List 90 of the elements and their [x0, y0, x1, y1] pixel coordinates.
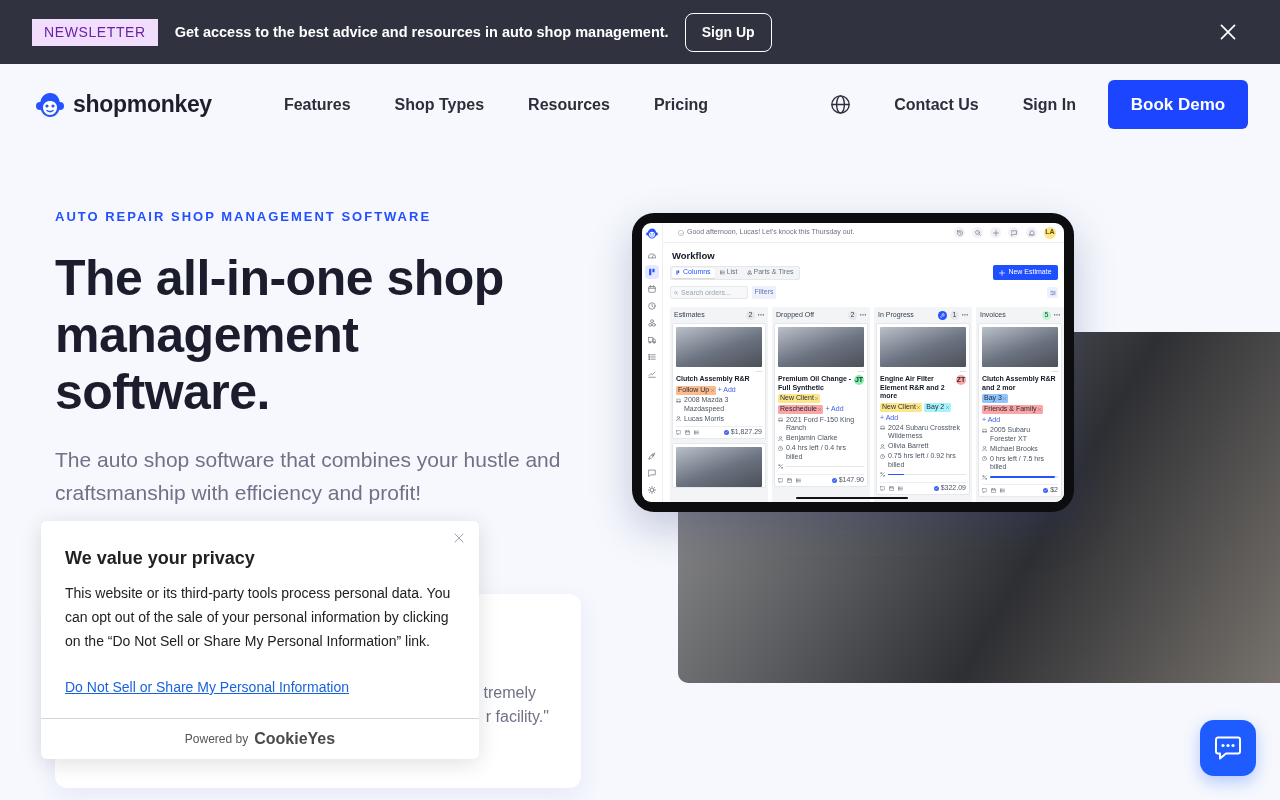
testimonial-text: tremely: [483, 683, 536, 703]
cookie-title: We value your privacy: [65, 547, 256, 570]
testimonial-text: r facility.": [485, 707, 549, 727]
message-icon: [778, 477, 783, 483]
sliders-icon: [1047, 287, 1058, 298]
more-icon: [858, 370, 864, 373]
check-circle-icon: [831, 477, 837, 483]
check-circle-icon: [1043, 488, 1049, 493]
calendar-icon: [889, 485, 894, 491]
person-icon: [778, 435, 783, 441]
powered-by-text: Powered by: [184, 732, 249, 746]
logo-icon[interactable]: [36, 91, 64, 118]
history-icon: [954, 227, 965, 238]
list-icon: [648, 353, 656, 361]
list-icon: [719, 270, 725, 275]
stopwatch-icon: [982, 456, 987, 461]
gauge-icon: [648, 251, 656, 259]
list-icon: [694, 430, 699, 435]
calendar-icon: [991, 488, 996, 493]
message-icon: [676, 430, 681, 435]
hero-subtitle: The auto shop software that combines your hustle and craftsmanship with efficiency and profit!: [55, 447, 562, 506]
globe-icon[interactable]: [831, 95, 851, 114]
calendar-icon: [685, 430, 690, 435]
list-icon: [796, 477, 801, 483]
chat-icon: [1215, 736, 1241, 760]
message-icon: [648, 469, 656, 477]
clock-icon: [648, 302, 656, 310]
smile-icon: [678, 229, 684, 236]
remove-icon: [815, 397, 819, 400]
message-icon: [880, 485, 885, 491]
chart-icon: [648, 370, 656, 378]
more-icon: [756, 370, 762, 373]
nav-link[interactable]: Shop Types: [394, 95, 485, 114]
nav-link[interactable]: Pricing: [653, 95, 709, 114]
check-circle-icon: [933, 485, 939, 491]
announcement-text: Get access to the best advice and resources in auto shop management.: [174, 24, 669, 40]
hero-eyebrow: AUTO REPAIR SHOP MANAGEMENT SOFTWARE: [55, 209, 433, 225]
stopwatch-icon: [880, 453, 885, 459]
sign-up-button[interactable]: Sign Up: [684, 12, 772, 52]
settings-icon: [648, 486, 656, 494]
truck-icon: [648, 336, 656, 344]
rocket-icon: [648, 452, 656, 460]
nav-link[interactable]: Contact Us: [894, 95, 979, 114]
search-icon: [674, 290, 678, 295]
percent-icon: [880, 472, 885, 477]
list-icon: [1000, 488, 1005, 493]
more-icon: [960, 370, 966, 373]
nav-link[interactable]: Features: [283, 95, 351, 114]
car-icon: [676, 397, 681, 403]
cookie-text: This website or its third-party tools process personal data. You can opt out of the sale of your personal information by clicking on the “Do Not Sell or Share My Personal Information” link.: [65, 584, 452, 651]
percent-icon: [778, 464, 783, 469]
columns-icon: [676, 270, 681, 275]
newsletter-badge: NEWSLETTER: [32, 18, 158, 46]
plus-icon: [999, 269, 1006, 276]
remove-icon: [917, 405, 921, 409]
page-title: Workflow: [672, 250, 716, 262]
do-not-sell-link[interactable]: Do Not Sell or Share My Personal Information: [65, 675, 349, 699]
plus-icon: [990, 227, 1001, 238]
calendar-icon: [648, 285, 656, 293]
hero-heading: The all-in-one shop management software.: [55, 250, 505, 421]
remove-icon: [945, 405, 949, 409]
percent-icon: [982, 474, 987, 480]
remove-icon: [710, 388, 714, 392]
check-circle-icon: [723, 430, 729, 435]
circles-icon: [746, 270, 752, 275]
stopwatch-icon: [778, 445, 783, 451]
chat-button[interactable]: [1200, 720, 1256, 776]
brand-name: CookieYes: [254, 730, 336, 748]
car-icon: [778, 417, 783, 422]
circles-icon: [648, 319, 656, 327]
person-icon: [880, 443, 885, 449]
message-icon: [982, 488, 987, 493]
search-icon: [972, 227, 983, 238]
person-icon: [676, 416, 681, 421]
calendar-icon: [787, 477, 792, 483]
car-icon: [880, 425, 885, 430]
remove-icon: [1003, 397, 1007, 400]
nav-link[interactable]: Resources: [528, 95, 610, 114]
message-icon: [1008, 227, 1019, 238]
bell-icon: [1026, 227, 1037, 238]
car-icon: [982, 427, 987, 433]
logo-icon: [646, 228, 658, 239]
more-icon: [1052, 370, 1058, 373]
remove-icon: [1038, 408, 1041, 411]
list-icon: [898, 485, 903, 491]
remove-icon: [818, 408, 822, 411]
book-demo-button[interactable]: Book Demo: [1108, 80, 1248, 129]
sign-in-link[interactable]: Sign In: [1022, 95, 1076, 114]
person-icon: [982, 446, 987, 451]
brand-name: shopmonkey: [73, 91, 212, 118]
